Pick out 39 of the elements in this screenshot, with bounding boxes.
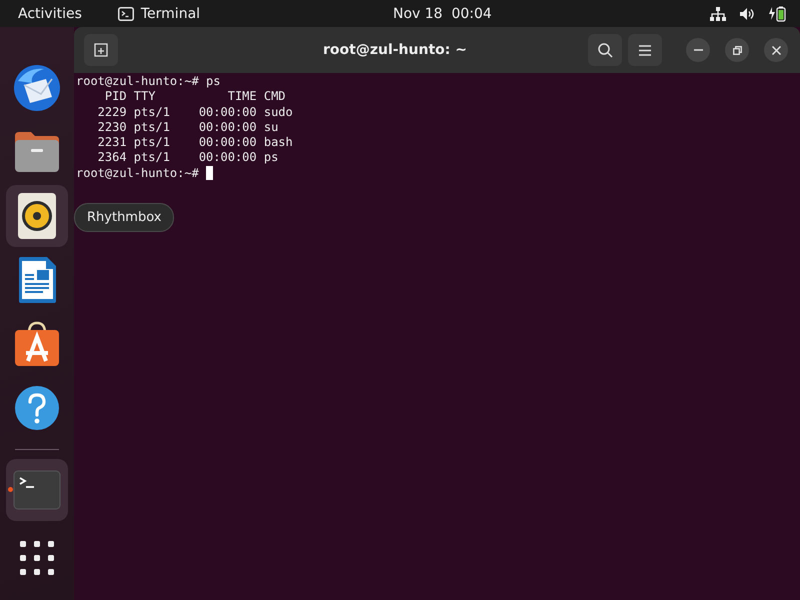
help-icon[interactable] — [14, 385, 60, 431]
window-title: root@zul-hunto: ~ — [322, 42, 468, 58]
network-icon[interactable] — [710, 6, 726, 20]
speaker-icon[interactable] — [17, 192, 57, 240]
minimize-icon — [694, 49, 702, 51]
clock[interactable]: Nov 18 00:04 — [393, 6, 492, 22]
new-tab-button[interactable] — [84, 34, 118, 66]
battery-icon[interactable] — [768, 6, 786, 22]
menu-icon — [639, 44, 651, 56]
new-tab-icon — [94, 43, 108, 57]
mail-app-icon[interactable] — [12, 63, 62, 113]
menu-button[interactable] — [628, 34, 662, 66]
running-indicator — [8, 487, 13, 492]
tooltip: Rhythmbox — [74, 203, 174, 232]
dock-item[interactable] — [6, 185, 68, 247]
terminal-line: 2230 pts/1 00:00:00 su — [96, 120, 278, 136]
document-icon[interactable] — [17, 256, 57, 304]
activities-button[interactable]: Activities — [18, 6, 82, 22]
app-grid-icon[interactable] — [20, 541, 54, 575]
terminal-prompt: root@zul-hunto:~# — [76, 166, 199, 182]
app-menu[interactable]: Terminal — [140, 6, 200, 22]
volume-icon[interactable] — [739, 6, 755, 20]
restore-icon — [732, 46, 742, 54]
terminal-icon — [118, 6, 134, 20]
search-button[interactable] — [588, 34, 622, 66]
terminal-app-icon[interactable] — [13, 470, 61, 510]
folder-icon[interactable] — [13, 130, 61, 174]
minimize-button[interactable] — [686, 38, 710, 62]
terminal-line: PID TTY TIME CMD — [104, 89, 286, 105]
maximize-button[interactable] — [725, 38, 749, 62]
search-icon — [598, 42, 612, 58]
text-cursor — [206, 166, 213, 180]
terminal-line: 2229 pts/1 00:00:00 sudo — [96, 104, 293, 120]
close-button[interactable] — [764, 38, 788, 62]
close-icon — [772, 46, 780, 54]
terminal-line: root@zul-hunto:~# ps — [76, 74, 220, 90]
shopping-bag-icon[interactable] — [14, 321, 60, 367]
terminal-line: 2231 pts/1 00:00:00 bash — [96, 135, 293, 150]
terminal-line: 2364 pts/1 00:00:00 ps — [96, 150, 278, 166]
